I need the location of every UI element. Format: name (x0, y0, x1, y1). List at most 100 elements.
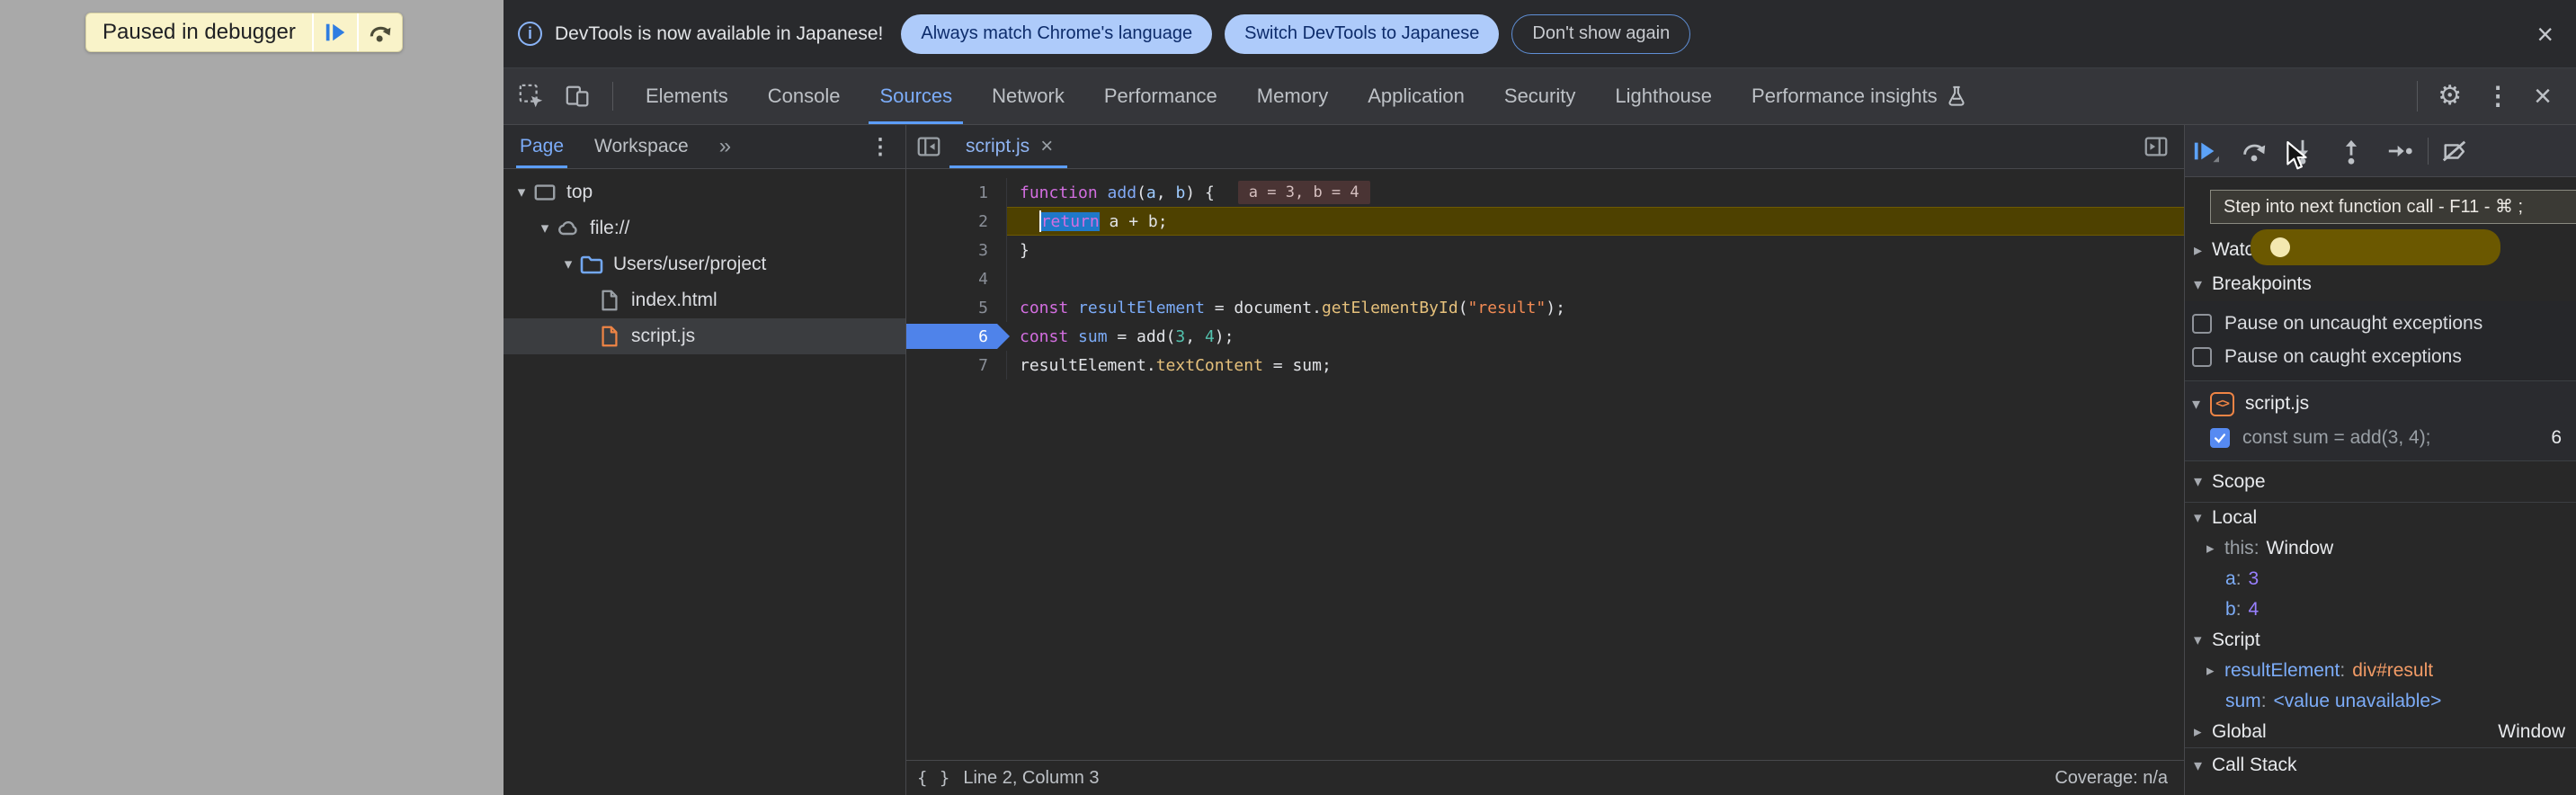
toggle-debugger-panel-icon[interactable] (2143, 133, 2170, 160)
resume-script-button[interactable] (312, 13, 357, 51)
tab-performance-insights[interactable]: Performance insights (1732, 68, 1986, 124)
var-value: Window (2267, 538, 2334, 559)
code-token: ); (1546, 299, 1565, 317)
navigator-kebab-icon[interactable]: ⋮ (869, 134, 891, 160)
breakpoint-entry-row[interactable]: const sum = add(3, 4); 6 (2185, 421, 2576, 455)
breakpoint-snippet: const sum = add(3, 4); (2242, 427, 2431, 449)
scope-var-b[interactable]: b: 4 (2185, 594, 2576, 625)
scope-var-a[interactable]: a: 3 (2185, 564, 2576, 594)
scope-global-header[interactable]: ▸ Global Window (2185, 717, 2576, 747)
code-token: textContent (1156, 356, 1263, 375)
pause-uncaught-exceptions-row[interactable]: Pause on uncaught exceptions (2185, 307, 2576, 340)
tab-console[interactable]: Console (748, 68, 860, 124)
deactivate-breakpoints-icon[interactable] (2441, 138, 2468, 165)
tab-security[interactable]: Security (1484, 68, 1595, 124)
line-number[interactable]: 1 (906, 178, 1007, 207)
navigator-tab-workspace[interactable]: Workspace (594, 125, 689, 168)
step-icon[interactable] (2386, 138, 2413, 165)
language-infobar: i DevTools is now available in Japanese!… (504, 0, 2576, 68)
line-number[interactable]: 3 (906, 236, 1007, 264)
editor-tab-script-js[interactable]: script.js × (949, 125, 1067, 168)
switch-to-japanese-button[interactable]: Switch DevTools to Japanese (1225, 14, 1499, 54)
breakpoint-file-row[interactable]: ▾ <> script.js (2185, 387, 2576, 421)
step-out-icon[interactable] (2338, 138, 2365, 165)
code-token (1068, 327, 1078, 346)
always-match-language-button[interactable]: Always match Chrome's language (901, 14, 1212, 54)
tab-performance[interactable]: Performance (1084, 68, 1237, 124)
code-line-content[interactable]: resultElement.textContent = sum; (1007, 351, 2184, 380)
toggle-device-toolbar-icon[interactable] (564, 82, 593, 111)
code-token (1068, 299, 1078, 317)
line-number[interactable]: 2 (906, 207, 1007, 236)
pause-uncaught-checkbox[interactable] (2192, 314, 2212, 334)
code-line-content[interactable]: const resultElement = document.getElemen… (1007, 293, 2184, 322)
breakpoint-file-group: ▾ <> script.js const sum = add(3, 4); 6 (2185, 381, 2576, 461)
scope-var-resultelement[interactable]: ▸ resultElement: div#result (2185, 656, 2576, 686)
code-editor[interactable]: 1function add(a, b) {a = 3, b = 42 retur… (906, 169, 2184, 760)
editor-tab-close-icon[interactable]: × (1040, 136, 1053, 157)
scope-var-sum[interactable]: sum: <value unavailable> (2185, 686, 2576, 717)
scope-script-header[interactable]: ▾ Script (2185, 625, 2576, 656)
step-into-tooltip: Step into next function call - F11 - ⌘ ; (2210, 190, 2576, 224)
line-number[interactable]: 5 (906, 293, 1007, 322)
tab-network[interactable]: Network (972, 68, 1084, 124)
toggle-navigator-panel-icon[interactable] (915, 133, 942, 160)
pause-caught-checkbox[interactable] (2192, 347, 2212, 367)
var-value: <value unavailable> (2274, 691, 2442, 712)
code-token: add (1108, 183, 1137, 202)
inspect-element-icon[interactable] (517, 82, 546, 111)
pretty-print-braces-icon[interactable]: { } (917, 768, 950, 788)
line-number[interactable]: 4 (906, 264, 1007, 293)
code-line-content[interactable]: return a + b; (1007, 207, 2184, 236)
tree-item-script-js[interactable]: script.js (504, 318, 905, 354)
breakpoint-enabled-checkbox[interactable] (2210, 428, 2230, 448)
scope-local-header[interactable]: ▾ Local (2185, 503, 2576, 533)
code-token: ( (1458, 299, 1468, 317)
expand-arrow-icon[interactable]: ▾ (538, 219, 552, 237)
expanded-arrow-icon: ▾ (2192, 395, 2210, 414)
tab-memory[interactable]: Memory (1237, 68, 1348, 124)
tree-item-label: Users/user/project (613, 254, 766, 275)
code-line-content[interactable]: function add(a, b) {a = 3, b = 4 (1007, 178, 2184, 207)
settings-gear-icon[interactable]: ⚙ (2438, 83, 2462, 110)
more-options-kebab-icon[interactable]: ⋮ (2485, 84, 2510, 109)
breakpoints-section-header[interactable]: ▾ Breakpoints (2185, 267, 2576, 301)
breakpoint-line-number[interactable]: 6 (906, 322, 1007, 351)
call-stack-header[interactable]: ▾ Call Stack (2185, 748, 2576, 782)
tab-application[interactable]: Application (1348, 68, 1484, 124)
code-line-3: 3} (906, 236, 2184, 264)
tab-elements[interactable]: Elements (626, 68, 748, 124)
section-label: Breakpoints (2212, 273, 2312, 295)
step-over-overlay-button[interactable] (357, 13, 402, 51)
expand-arrow-icon[interactable]: ▾ (561, 255, 575, 273)
step-over-icon[interactable] (2241, 138, 2268, 165)
debugger-sidebar: Step into next function call - F11 - ⌘ ;… (2185, 125, 2576, 795)
code-token: } (1020, 241, 1030, 260)
scope-section-header[interactable]: ▾ Scope (2185, 461, 2576, 503)
devtools-close-icon[interactable]: × (2534, 81, 2552, 112)
toolbar-separator (2428, 138, 2429, 165)
pause-caught-exceptions-row[interactable]: Pause on caught exceptions (2185, 340, 2576, 373)
navigator-overflow-chevrons[interactable]: » (719, 134, 729, 159)
tree-item-file-origin[interactable]: ▾ file:// (504, 210, 905, 246)
tab-lighthouse[interactable]: Lighthouse (1595, 68, 1732, 124)
tree-item-index-html[interactable]: index.html (504, 282, 905, 318)
dont-show-again-button[interactable]: Don't show again (1511, 14, 1690, 54)
code-line-content[interactable]: const sum = add(3, 4); (1007, 322, 2184, 351)
code-token: = sum; (1263, 356, 1332, 375)
expand-arrow-icon[interactable]: ▾ (514, 183, 529, 201)
line-number[interactable]: 7 (906, 351, 1007, 380)
expanded-arrow-icon: ▾ (2194, 631, 2212, 649)
scope-var-this[interactable]: ▸ this: Window (2185, 533, 2576, 564)
resume-script-execution-icon[interactable] (2192, 138, 2219, 165)
infobar-close-icon[interactable]: × (2536, 20, 2554, 49)
code-token: a (1146, 183, 1156, 202)
tab-sources[interactable]: Sources (860, 68, 972, 124)
tree-item-project-folder[interactable]: ▾ Users/user/project (504, 246, 905, 282)
code-line-content[interactable]: } (1007, 236, 2184, 264)
tree-item-top[interactable]: ▾ top (504, 174, 905, 210)
navigator-tab-page[interactable]: Page (520, 125, 564, 168)
scope-group-label: Script (2212, 630, 2260, 651)
code-line-content[interactable] (1007, 264, 2184, 293)
code-token: 4 (1205, 327, 1215, 346)
